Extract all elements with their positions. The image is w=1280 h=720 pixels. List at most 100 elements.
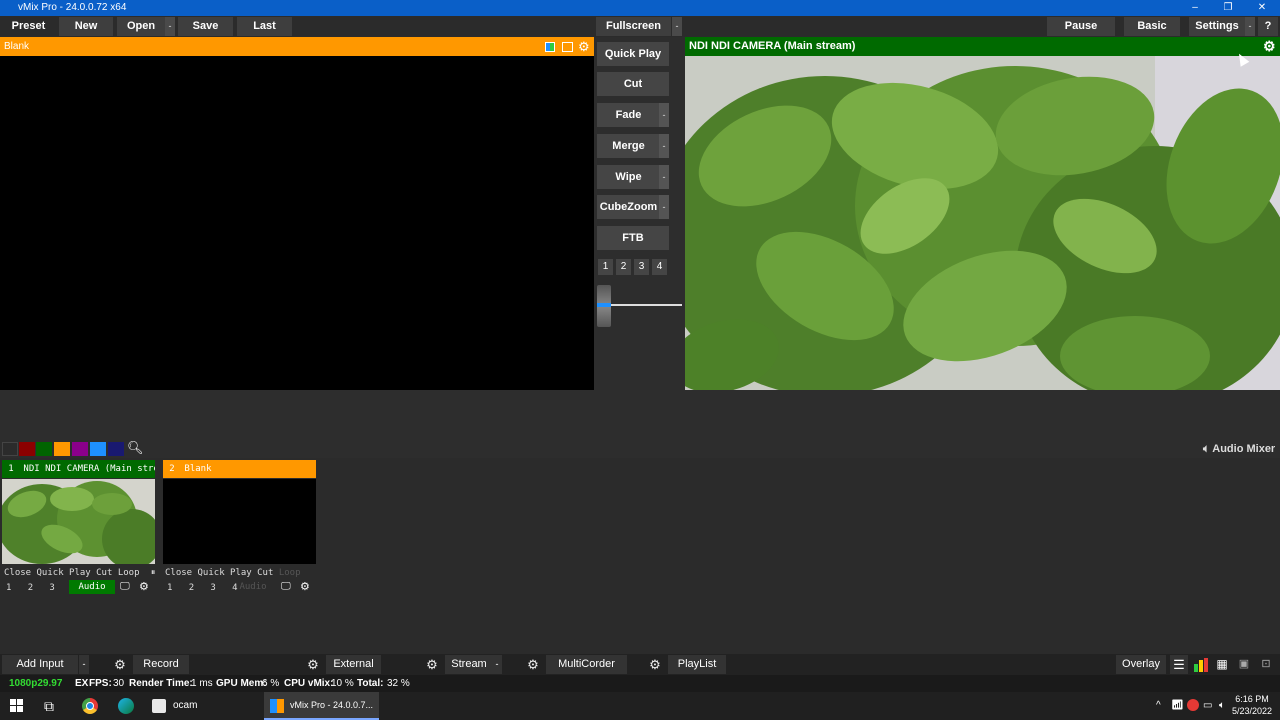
tray-chevron-icon[interactable]: ^: [1156, 697, 1161, 715]
transition-1-button[interactable]: 1: [598, 259, 613, 275]
stream-button[interactable]: Stream: [445, 655, 493, 674]
transition-3-button[interactable]: 3: [634, 259, 649, 275]
taskbar-app-vmix[interactable]: vMix Pro - 24.0.0.7...: [264, 692, 379, 720]
transition-4-button[interactable]: 4: [652, 259, 667, 275]
add-input-button[interactable]: Add Input: [2, 655, 78, 674]
record-button[interactable]: Record: [133, 655, 189, 674]
color-filter-purple[interactable]: [72, 442, 88, 456]
network-icon[interactable]: 📶︎: [1171, 697, 1184, 715]
cut-button[interactable]: Cut: [597, 72, 669, 96]
input-1-overlay-1[interactable]: 1: [6, 583, 11, 593]
transition-2-button[interactable]: 2: [616, 259, 631, 275]
t-bar-handle[interactable]: [597, 285, 611, 327]
settings-button[interactable]: Settings: [1189, 17, 1245, 36]
multicorder-button[interactable]: MultiCorder: [546, 655, 627, 674]
add-input-dropdown-arrow[interactable]: -: [79, 655, 89, 674]
wipe-button[interactable]: Wipe: [597, 165, 660, 189]
audio-mixer-button[interactable]: 🔈︎ Audio Mixer: [1203, 442, 1275, 456]
quick-play-button[interactable]: Quick Play: [597, 42, 669, 66]
cubezoom-dropdown-arrow[interactable]: -: [659, 195, 669, 219]
multicorder-gear-icon[interactable]: ⚙: [522, 655, 544, 674]
open-dropdown-arrow[interactable]: -: [165, 17, 175, 36]
edge-icon[interactable]: [118, 698, 134, 714]
lock-icon[interactable]: ⊡: [1257, 655, 1275, 674]
input-2-loop[interactable]: Loop: [279, 568, 301, 578]
input-2-close[interactable]: Close: [165, 568, 192, 578]
input-1-overlay-3[interactable]: 3: [49, 583, 54, 593]
close-window-button[interactable]: ✕: [1245, 0, 1279, 16]
stream-gear-icon[interactable]: ⚙: [421, 655, 443, 674]
clock[interactable]: 6:16 PM 5/23/2022: [1230, 693, 1274, 717]
color-filter-green[interactable]: [36, 442, 52, 456]
input-1-audio-button[interactable]: Audio: [69, 580, 115, 594]
merge-button[interactable]: Merge: [597, 134, 660, 158]
minimize-button[interactable]: –: [1178, 0, 1212, 16]
input-1-gear-icon[interactable]: ⚙: [139, 580, 149, 594]
color-filter-blue[interactable]: [90, 442, 106, 456]
ftb-button[interactable]: FTB: [597, 226, 669, 250]
fullscreen-dropdown-arrow[interactable]: -: [672, 17, 682, 36]
input-2-header[interactable]: 2 Blank: [163, 460, 316, 478]
preset-button[interactable]: Preset: [0, 17, 57, 36]
wipe-dropdown-arrow[interactable]: -: [659, 165, 669, 189]
color-filter-orange[interactable]: [54, 442, 70, 456]
input-2-overlay-3[interactable]: 3: [210, 583, 215, 593]
save-button[interactable]: Save: [178, 17, 233, 36]
input-2-monitor-icon[interactable]: 🖵︎: [281, 580, 291, 594]
task-view-icon[interactable]: ⧉: [44, 697, 54, 715]
search-icon[interactable]: 🔍︎: [127, 440, 144, 456]
open-button[interactable]: Open: [117, 17, 165, 36]
tray-app-icon[interactable]: [1187, 699, 1199, 711]
preview-gear-icon[interactable]: ⚙: [578, 37, 590, 56]
input-1-close[interactable]: Close: [4, 568, 31, 578]
input-1-loop[interactable]: Loop: [118, 568, 140, 578]
input-2-thumbnail[interactable]: [163, 479, 316, 564]
playlist-button[interactable]: PlayList: [668, 655, 726, 674]
fullscreen-button[interactable]: Fullscreen: [596, 17, 671, 36]
input-1-cut[interactable]: Cut: [96, 568, 112, 578]
merge-dropdown-arrow[interactable]: -: [659, 134, 669, 158]
input-2-overlay-1[interactable]: 1: [167, 583, 172, 593]
external-button[interactable]: External: [326, 655, 381, 674]
input-1-monitor-icon[interactable]: 🖵︎: [120, 580, 130, 594]
settings-dropdown-arrow[interactable]: -: [1245, 17, 1255, 36]
input-1-quick-play[interactable]: Quick Play: [37, 568, 91, 578]
audio-meter-icon[interactable]: [1194, 658, 1208, 672]
input-1-thumbnail[interactable]: [2, 479, 155, 564]
input-1-overlay-2[interactable]: 2: [28, 583, 33, 593]
color-picker-icon[interactable]: [545, 42, 555, 52]
pause-inputs-button[interactable]: Pause Inputs: [1047, 17, 1115, 51]
input-1-pause-icon[interactable]: ⏸︎: [151, 568, 156, 578]
chrome-icon[interactable]: [82, 698, 98, 714]
windows-start-icon[interactable]: [10, 699, 24, 713]
input-2-audio-button[interactable]: Audio: [230, 580, 276, 594]
record-gear-icon[interactable]: ⚙: [109, 655, 131, 674]
last-button[interactable]: Last: [237, 17, 292, 36]
cubezoom-button[interactable]: CubeZoom: [597, 195, 660, 219]
new-button[interactable]: New: [59, 17, 113, 36]
color-filter-red[interactable]: [19, 442, 35, 456]
playlist-gear-icon[interactable]: ⚙: [644, 655, 666, 674]
list-view-icon[interactable]: ☰: [1170, 655, 1188, 674]
input-2-gear-icon[interactable]: ⚙: [300, 580, 310, 594]
help-button[interactable]: ?: [1258, 17, 1278, 36]
fade-dropdown-arrow[interactable]: -: [659, 103, 669, 127]
color-filter-none[interactable]: [2, 442, 18, 456]
output-gear-icon[interactable]: ⚙: [1263, 37, 1276, 56]
taskbar-app-ocam[interactable]: ocam: [146, 692, 258, 720]
layout-icon[interactable]: [562, 42, 573, 52]
input-2-quick-play[interactable]: Quick Play: [198, 568, 252, 578]
multiview-icon[interactable]: ▦: [1213, 655, 1231, 674]
input-2-cut[interactable]: Cut: [257, 568, 273, 578]
battery-icon[interactable]: ▭: [1203, 697, 1212, 715]
basic-button[interactable]: Basic: [1124, 17, 1180, 36]
fade-button[interactable]: Fade: [597, 103, 660, 127]
overlay-button[interactable]: Overlay: [1116, 655, 1166, 674]
screen-icon[interactable]: ▣: [1235, 655, 1253, 674]
input-1-header[interactable]: 1 NDI NDI CAMERA (Main stream): [2, 460, 155, 478]
external-gear-icon[interactable]: ⚙: [302, 655, 324, 674]
input-2-overlay-2[interactable]: 2: [189, 583, 194, 593]
volume-icon[interactable]: 🔈︎: [1219, 697, 1225, 715]
color-filter-navy[interactable]: [108, 442, 124, 456]
restore-button[interactable]: ❐: [1211, 0, 1245, 16]
